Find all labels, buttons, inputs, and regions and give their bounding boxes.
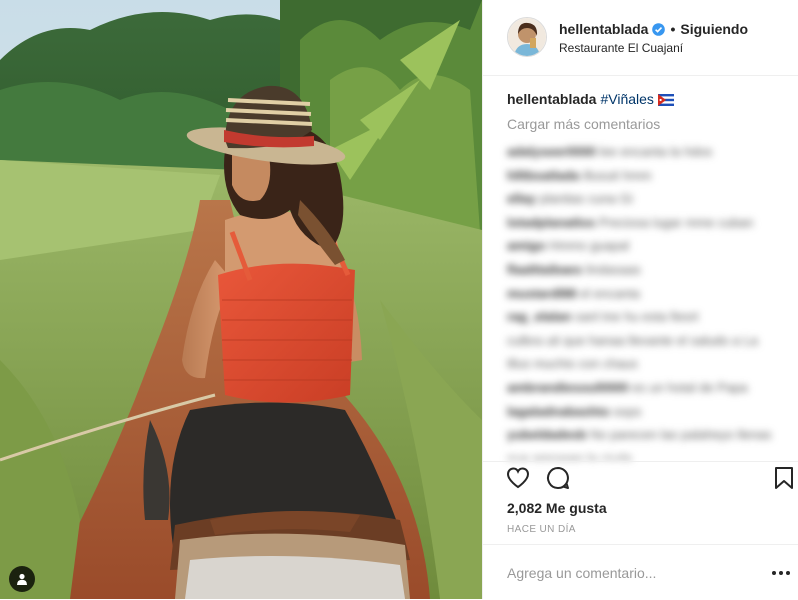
action-bar <box>483 461 798 494</box>
comment-username[interactable]: ellay <box>507 191 536 206</box>
comment-text: Hmms guapal <box>548 238 630 254</box>
comment-item: yubeldadesb No parecen las palaheyo llen… <box>507 423 797 447</box>
heart-icon[interactable] <box>505 465 531 491</box>
comment-item: que amparen la ciuda <box>507 447 797 460</box>
comment-text: es un hotal de Papa <box>632 379 748 395</box>
comment-username[interactable]: yubeldadesb <box>507 427 586 442</box>
comment-item: culbra uti que hanaa llevante el saludo … <box>507 329 797 353</box>
post-caption: hellentablada #Viñales <box>507 91 674 109</box>
separator-dot: • <box>670 21 676 37</box>
comment-text: que amparen la ciuda <box>507 450 633 460</box>
avatar[interactable] <box>507 17 547 57</box>
comment-text: Preciosa lugar mme cuban <box>598 214 754 230</box>
comment-username[interactable]: lotadplanatlos <box>507 215 595 230</box>
caption-username[interactable]: hellentablada <box>507 91 596 107</box>
comment-username[interactable]: adalyseer0000 <box>507 144 596 159</box>
comment-item: tllus muchis con chaus <box>507 352 797 376</box>
tagged-users-button[interactable] <box>9 566 35 592</box>
comment-text: el encanta <box>580 285 640 301</box>
comment-item: rag_elalan sanl tne hu esta fiesrt <box>507 305 797 329</box>
comment-item: flaalttaibaes lindasaas <box>507 258 797 282</box>
add-comment-bar <box>483 544 798 600</box>
hashtag-link[interactable]: #Viñales <box>600 91 653 107</box>
comment-item: ellay planitas cuna Gi <box>507 187 797 211</box>
comment-username[interactable]: rag_elalan <box>507 309 571 324</box>
comment-text: No parecen las palaheyo llenas <box>590 427 772 443</box>
comment-username[interactable]: lagaladnabashto <box>507 404 610 419</box>
post-photo[interactable] <box>0 0 482 599</box>
comment-item: ambrandiesoul0000 es un hotal de Papa <box>507 376 797 400</box>
post-details-panel: hellentablada • Siguiendo Restaurante El… <box>482 0 798 599</box>
comment-text: lindasaas <box>585 261 641 277</box>
comment-text: culbra uti que hanaa llevante el saludo … <box>507 332 758 348</box>
comment-text: oops <box>613 403 642 419</box>
comment-username[interactable]: hlltbsatlada <box>507 168 579 183</box>
comment-text: planitas cuna Gi <box>539 191 633 207</box>
load-more-comments-button[interactable]: Cargar más comentarios <box>507 116 660 132</box>
post-header: hellentablada • Siguiendo Restaurante El… <box>483 0 798 76</box>
like-count[interactable]: 2,082 Me gusta <box>507 500 607 516</box>
comment-text: sanl tne hu esta fiesrt <box>574 309 699 325</box>
verified-badge-icon <box>652 22 666 36</box>
comment-text: illusuti hmm <box>582 167 652 183</box>
user-tag-icon <box>17 573 27 585</box>
avatar-image <box>508 18 546 56</box>
comment-username[interactable]: mustardl88 <box>507 286 576 301</box>
location-link[interactable]: Restaurante El Cuajaní <box>559 41 683 55</box>
post-photo-illustration <box>0 0 482 599</box>
post-timestamp[interactable]: HACE UN DÍA <box>507 524 576 535</box>
comment-item: adalyseer0000 lee encanta la hdos <box>507 140 797 164</box>
comment-username[interactable]: amigo <box>507 238 545 253</box>
comment-username[interactable]: flaalttaibaes <box>507 262 582 277</box>
comments-list: adalyseer0000 lee encanta la hdos hlltbsa… <box>507 140 797 460</box>
comment-item: amigo Hmms guapal <box>507 234 797 258</box>
comment-item: hlltbsatlada illusuti hmm <box>507 164 797 188</box>
more-options-icon[interactable] <box>769 566 793 580</box>
add-comment-input[interactable] <box>507 562 747 584</box>
comment-username[interactable]: ambrandiesoul0000 <box>507 380 628 395</box>
comment-text: tllus muchis con chaus <box>507 356 638 372</box>
comment-item: lagaladnabashto oops <box>507 400 797 424</box>
following-button[interactable]: Siguiendo <box>680 21 748 37</box>
comment-item: lotadplanatlos Preciosa lugar mme cuban <box>507 211 797 235</box>
bookmark-icon[interactable] <box>771 465 797 491</box>
header-username[interactable]: hellentablada <box>559 21 648 37</box>
comment-bubble-icon[interactable] <box>545 465 571 491</box>
comment-item: mustardl88 el encanta <box>507 282 797 306</box>
comment-text: lee encanta la hdos <box>599 144 713 159</box>
cuba-flag-icon <box>657 93 674 109</box>
